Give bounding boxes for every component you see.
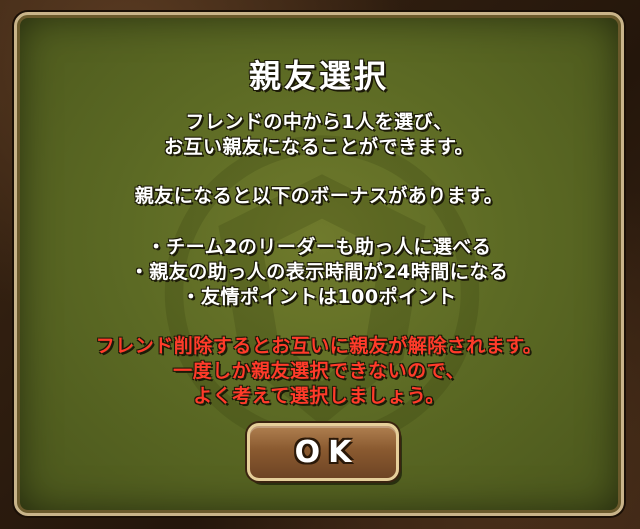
dialog-title: 親友選択 (248, 57, 389, 95)
bonus-item: ・チーム2のリーダーも助っ人に選べる (146, 236, 492, 258)
friend-select-dialog: 親友選択 フレンドの中から1人を選び、 お互い親友になることができます。 親友に… (14, 12, 624, 516)
warning-line: よく考えて選択しましょう。 (193, 385, 445, 407)
warning-line: 一度しか親友選択できないので、 (173, 360, 465, 382)
ok-button-label: OK (294, 434, 360, 470)
intro-line: フレンドの中から1人を選び、 (185, 111, 453, 133)
bonus-item: ・友情ポイントは100ポイント (181, 286, 457, 308)
ok-button[interactable]: OK (247, 423, 399, 481)
intro-line: お互い親友になることができます。 (163, 136, 475, 158)
warning-line: フレンド削除するとお互いに親友が解除されます。 (95, 335, 543, 357)
bonus-item: ・親友の助っ人の表示時間が24時間になる (129, 261, 509, 283)
bonus-header: 親友になると以下のボーナスがあります。 (134, 185, 504, 207)
